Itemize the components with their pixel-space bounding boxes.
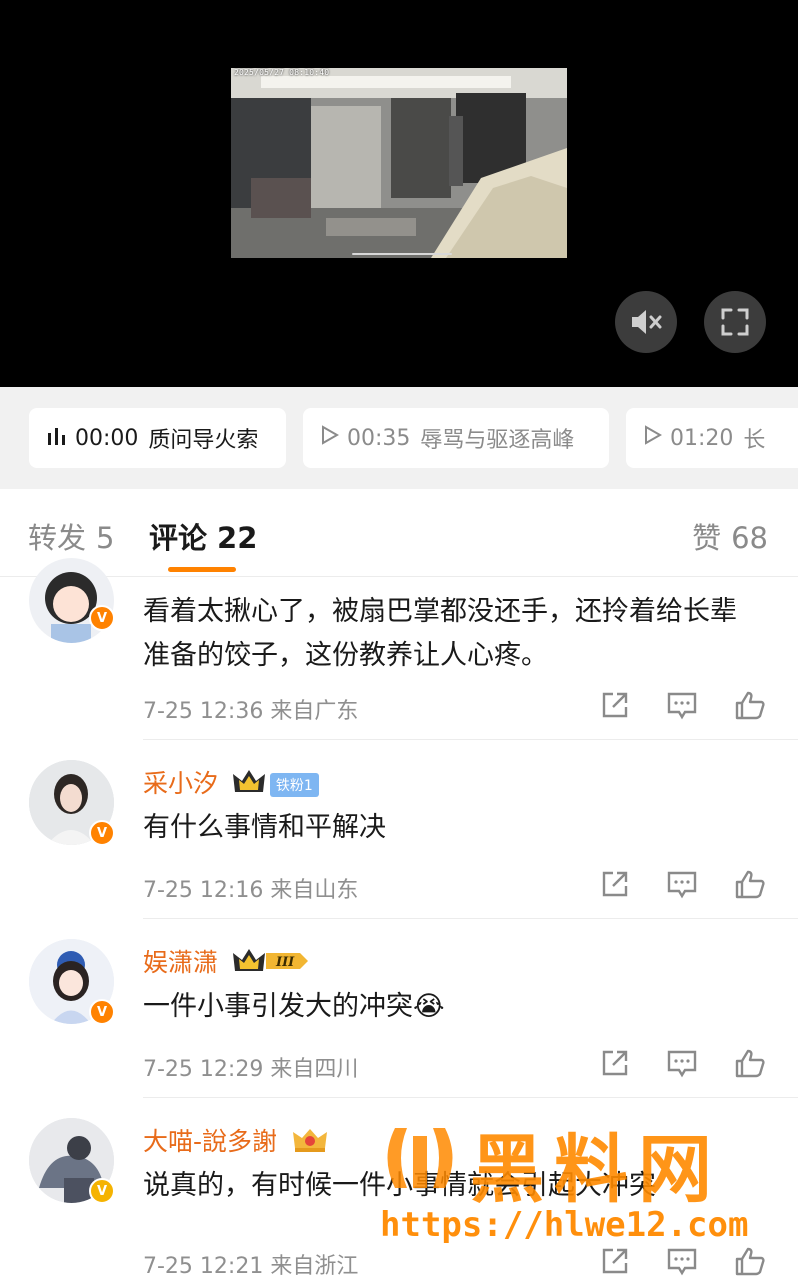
crown-icon (291, 1126, 329, 1160)
tab-like[interactable]: 赞 68 (692, 515, 768, 557)
chapter-time: 00:00 (75, 425, 139, 451)
chapter-title: 长 (743, 428, 766, 453)
comment-meta: 7-25 12:16 来自山东 (143, 872, 358, 904)
chapter-chip[interactable]: 00:00 质问导火索 (29, 408, 286, 468)
username-text: 大喵-說多謝 (143, 1127, 278, 1156)
fullscreen-button[interactable] (704, 291, 766, 353)
video-chapters[interactable]: 00:00 质问导火索 00:35 辱骂与驱逐高峰 01:20 长 (0, 387, 798, 489)
like-icon[interactable] (733, 867, 767, 901)
chapter-chip[interactable]: 00:35 辱骂与驱逐高峰 (303, 408, 609, 468)
video-frame[interactable]: 2025/05/27 08:10:40 (231, 68, 567, 258)
chapter-title: 辱骂与驱逐高峰 (420, 428, 575, 453)
share-icon[interactable] (598, 867, 632, 901)
comment-username[interactable]: 采小汐 铁粉1 (143, 764, 319, 802)
tab-repost[interactable]: 转发 5 (28, 515, 114, 557)
verified-badge: V (89, 1178, 115, 1204)
verified-badge: V (89, 820, 115, 846)
fullscreen-icon (721, 308, 749, 336)
like-icon[interactable] (733, 688, 767, 722)
comment-time: 7-25 12:21 (143, 1254, 264, 1279)
interaction-tabs: 转发 5 评论 22 赞 68 (0, 489, 798, 577)
reply-icon[interactable] (665, 1244, 699, 1278)
speaker-muted-icon (632, 310, 662, 334)
comment-item: V 娱潇潇 III 一件小事引发大的冲突😭 7-25 12:29 来自四川 (0, 919, 798, 1098)
video-timestamp: 2025/05/27 08:10:40 (234, 68, 330, 77)
share-icon[interactable] (598, 1244, 632, 1278)
video-player[interactable]: 2025/05/27 08:10:40 (0, 0, 798, 387)
active-tab-indicator (168, 567, 236, 572)
comment-meta: 7-25 12:21 来自浙江 (143, 1248, 358, 1280)
chapter-time: 01:20 (670, 425, 734, 451)
crown-icon (232, 768, 266, 802)
comment-username[interactable]: 娱潇潇 III (143, 943, 310, 981)
share-icon[interactable] (598, 1046, 632, 1080)
comment-location: 来自浙江 (270, 1254, 359, 1279)
tab-repost-label: 转发 (28, 521, 87, 555)
comment-text: 一件小事引发大的冲突😭 (143, 991, 445, 1022)
like-icon[interactable] (733, 1244, 767, 1278)
tab-like-count: 68 (731, 521, 768, 555)
tab-comment-label: 评论 (149, 521, 208, 555)
comment-username[interactable]: 大喵-說多謝 (143, 1122, 329, 1160)
comment-time: 7-25 12:36 (143, 699, 264, 724)
comment-item: V 采小汐 铁粉1 有什么事情和平解决 7-25 12:16 来自山东 (0, 740, 798, 919)
mute-button[interactable] (615, 291, 677, 353)
comment-text: 看着太揪心了，被扇巴掌都没还手，还拎着给长辈准备的饺子，这份教养让人心疼。 (143, 596, 737, 671)
tab-comment[interactable]: 评论 22 (149, 515, 257, 557)
comment-time: 7-25 12:29 (143, 1057, 264, 1082)
chapter-time: 00:35 (347, 425, 411, 451)
fan-badge: 铁粉1 (269, 773, 319, 797)
play-icon (644, 425, 663, 451)
comment-item: V 大喵-說多謝 说真的，有时候一件小事情就会引起大冲突 7-25 12:21 … (0, 1098, 798, 1280)
level-badge-text: III (275, 955, 295, 970)
comment-meta: 7-25 12:29 来自四川 (143, 1051, 358, 1083)
chapter-chip[interactable]: 01:20 长 (626, 408, 798, 468)
username-text: 娱潇潇 (143, 948, 219, 977)
share-icon[interactable] (598, 688, 632, 722)
reply-icon[interactable] (665, 688, 699, 722)
tab-comment-count: 22 (217, 521, 258, 555)
comment-item: V 看着太揪心了，被扇巴掌都没还手，还拎着给长辈准备的饺子，这份教养让人心疼。 … (0, 558, 798, 740)
like-icon[interactable] (733, 1046, 767, 1080)
comment-actions (598, 688, 768, 724)
comment-text: 说真的，有时候一件小事情就会引起大冲突 (143, 1170, 656, 1201)
comment-actions (598, 1244, 768, 1280)
chapter-title: 质问导火索 (148, 428, 259, 453)
verified-badge: V (89, 605, 115, 631)
play-icon (321, 425, 340, 451)
reply-icon[interactable] (665, 867, 699, 901)
tab-like-label: 赞 (692, 521, 722, 555)
comment-text: 有什么事情和平解决 (143, 812, 386, 843)
verified-badge: V (89, 999, 115, 1025)
comment-time: 7-25 12:16 (143, 878, 264, 903)
video-progress-bar[interactable] (352, 253, 452, 255)
reply-icon[interactable] (665, 1046, 699, 1080)
video-scene (231, 68, 567, 258)
username-text: 采小汐 (143, 769, 219, 798)
tab-repost-count: 5 (96, 521, 115, 555)
comment-location: 来自山东 (270, 878, 359, 903)
bar-chart-icon (47, 426, 67, 451)
comment-location: 来自四川 (270, 1057, 359, 1082)
comment-location: 来自广东 (270, 699, 359, 724)
comment-actions (598, 1046, 768, 1082)
crown-level-icon: III (232, 947, 310, 981)
comment-meta: 7-25 12:36 来自广东 (143, 693, 358, 725)
comment-actions (598, 867, 768, 903)
